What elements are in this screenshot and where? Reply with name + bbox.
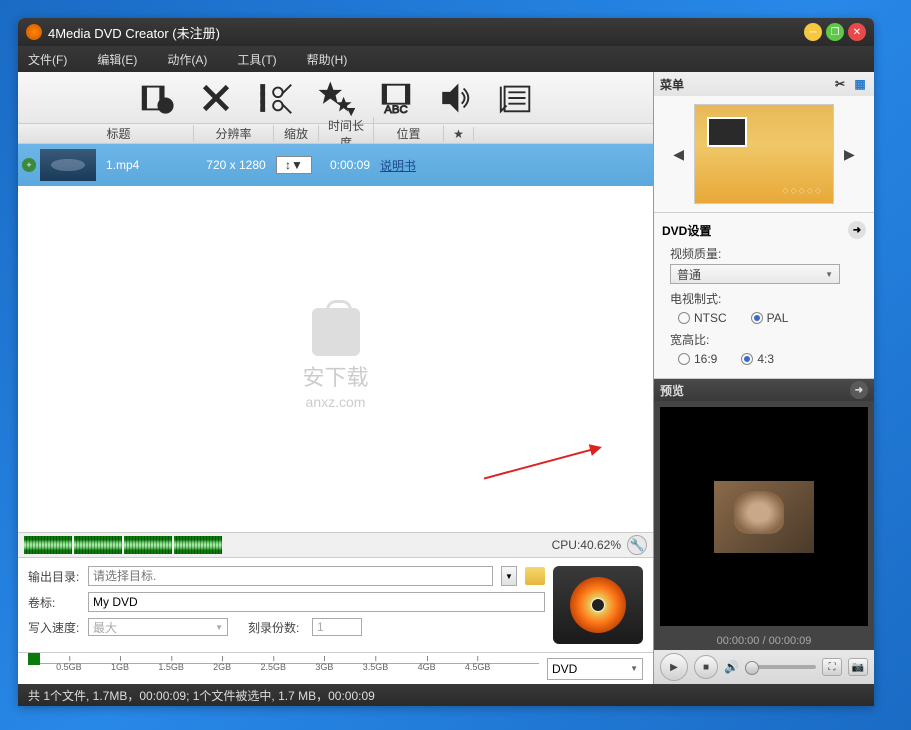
dvd-settings-header: DVD设置 ➜ — [654, 217, 874, 243]
cpu-bar: CPU:40.62% 🔧 — [18, 532, 653, 558]
col-position[interactable]: 位置 — [374, 125, 444, 142]
annotation-arrow — [484, 447, 600, 480]
menu-prev-button[interactable]: ◀ — [669, 142, 688, 167]
watermark: 安下载 anxz.com — [302, 308, 368, 410]
tv-system-label: 电视制式: — [670, 290, 858, 307]
volume-slider[interactable] — [745, 665, 816, 669]
disc-icon — [570, 577, 626, 633]
list-header: 标题 分辨率 缩放 时间长度 位置 ★ — [18, 124, 653, 144]
svg-text:▼: ▼ — [345, 106, 355, 117]
copies-label: 刻录份数: — [248, 619, 304, 636]
output-dir-dropdown[interactable]: ▼ — [501, 566, 517, 586]
subtitle-button[interactable]: ABC — [375, 77, 417, 119]
copies-input[interactable]: 1 — [312, 618, 362, 636]
close-button[interactable]: ✕ — [848, 23, 866, 41]
menu-tool[interactable]: 工具(T) — [237, 51, 276, 68]
col-title[interactable]: 标题 — [44, 125, 194, 142]
output-dir-input[interactable] — [88, 566, 493, 586]
col-resolution[interactable]: 分辨率 — [194, 125, 274, 142]
size-ruler: 0.5GB 1GB 1.5GB 2GB 2.5GB 3GB 3.5GB 4GB … — [18, 652, 653, 684]
menu-file[interactable]: 文件(F) — [28, 51, 67, 68]
play-button[interactable]: ▶ — [660, 653, 688, 681]
titlebar: 4Media DVD Creator (未注册) ─ ❐ ✕ — [18, 18, 874, 46]
menu-edit[interactable]: 编辑(E) — [97, 51, 137, 68]
delete-button[interactable] — [195, 77, 237, 119]
cpu-settings-button[interactable]: 🔧 — [627, 535, 647, 555]
burn-button[interactable] — [553, 566, 643, 644]
aspect-ratio-label: 宽高比: — [670, 331, 858, 348]
window-title: 4Media DVD Creator (未注册) — [48, 23, 800, 42]
volume-icon[interactable]: 🔊 — [724, 660, 739, 674]
file-row[interactable]: + 1.mp4 720 x 1280 ↕▼ 0:00:09 说明书 — [18, 144, 653, 186]
status-bar: 共 1个文件, 1.7MB，00:00:09; 1个文件被选中, 1.7 MB，… — [18, 684, 874, 706]
add-file-button[interactable]: + — [135, 77, 177, 119]
volume-label: 卷标: — [28, 594, 80, 611]
radio-4-3[interactable]: 4:3 — [741, 352, 774, 366]
dvd-settings-expand[interactable]: ➜ — [848, 221, 866, 239]
radio-16-9[interactable]: 16:9 — [678, 352, 717, 366]
disc-type-select[interactable]: DVD — [547, 658, 643, 680]
menu-panel-header: 菜单 ✂ ▦ — [654, 72, 874, 96]
speed-label: 写入速度: — [28, 619, 80, 636]
menu-template-thumb[interactable]: ◇◇◇◇◇ — [694, 104, 834, 204]
watermark-icon — [311, 308, 359, 356]
radio-ntsc[interactable]: NTSC — [678, 311, 727, 325]
effects-button[interactable]: ▼ — [315, 77, 357, 119]
maximize-button[interactable]: ❐ — [826, 23, 844, 41]
col-zoom[interactable]: 缩放 — [274, 125, 319, 142]
file-duration: 0:00:09 — [320, 158, 380, 172]
preview-expand[interactable]: ➜ — [850, 381, 868, 399]
browse-folder-button[interactable] — [525, 567, 545, 585]
preview-image — [714, 481, 814, 553]
stop-button[interactable]: ■ — [694, 655, 718, 679]
radio-pal[interactable]: PAL — [751, 311, 789, 325]
expand-icon[interactable]: + — [22, 158, 36, 172]
speed-select[interactable]: 最大 — [88, 618, 228, 636]
menubar: 文件(F) 编辑(E) 动作(A) 工具(T) 帮助(H) — [18, 46, 874, 72]
video-quality-label: 视频质量: — [670, 245, 858, 262]
svg-text:+: + — [162, 100, 169, 112]
menu-action[interactable]: 动作(A) — [167, 51, 207, 68]
ruler-scale: 0.5GB 1GB 1.5GB 2GB 2.5GB 3GB 3.5GB 4GB … — [28, 663, 539, 681]
ruler-marker[interactable] — [28, 653, 40, 665]
output-panel: 输出目录: ▼ 卷标: 写入速度: 最大 刻录份数: 1 — [18, 558, 653, 652]
svg-text:ABC: ABC — [384, 104, 407, 116]
menu-grid-icon[interactable]: ▦ — [852, 76, 868, 92]
preview-frame[interactable] — [660, 407, 868, 626]
audio-button[interactable] — [435, 77, 477, 119]
file-thumbnail — [40, 149, 96, 181]
menu-next-button[interactable]: ▶ — [840, 142, 859, 167]
snapshot-button[interactable]: 📷 — [848, 658, 868, 676]
file-name: 1.mp4 — [106, 158, 196, 172]
preview-time: 00:00:00 / 00:00:09 — [654, 632, 874, 650]
zoom-select[interactable]: ↕▼ — [276, 156, 312, 174]
app-logo-icon — [26, 24, 42, 40]
preview-header: 预览 ➜ — [654, 379, 874, 401]
chapter-button[interactable] — [495, 77, 537, 119]
output-dir-label: 输出目录: — [28, 568, 80, 585]
video-quality-select[interactable]: 普通 — [670, 264, 840, 284]
preview-controls: ▶ ■ 🔊 ⛶ 📷 — [654, 650, 874, 684]
col-star[interactable]: ★ — [444, 127, 474, 141]
volume-input[interactable] — [88, 592, 545, 612]
file-resolution: 720 x 1280 — [196, 158, 276, 172]
file-manual-link[interactable]: 说明书 — [380, 157, 416, 174]
minimize-button[interactable]: ─ — [804, 23, 822, 41]
file-list-area[interactable]: 安下载 anxz.com — [18, 186, 653, 532]
cpu-percent: CPU:40.62% — [552, 538, 621, 552]
menu-help[interactable]: 帮助(H) — [307, 51, 348, 68]
fullscreen-button[interactable]: ⛶ — [822, 658, 842, 676]
cpu-graphs — [24, 536, 222, 554]
menu-tools-icon[interactable]: ✂ — [832, 76, 848, 92]
cut-button[interactable] — [255, 77, 297, 119]
